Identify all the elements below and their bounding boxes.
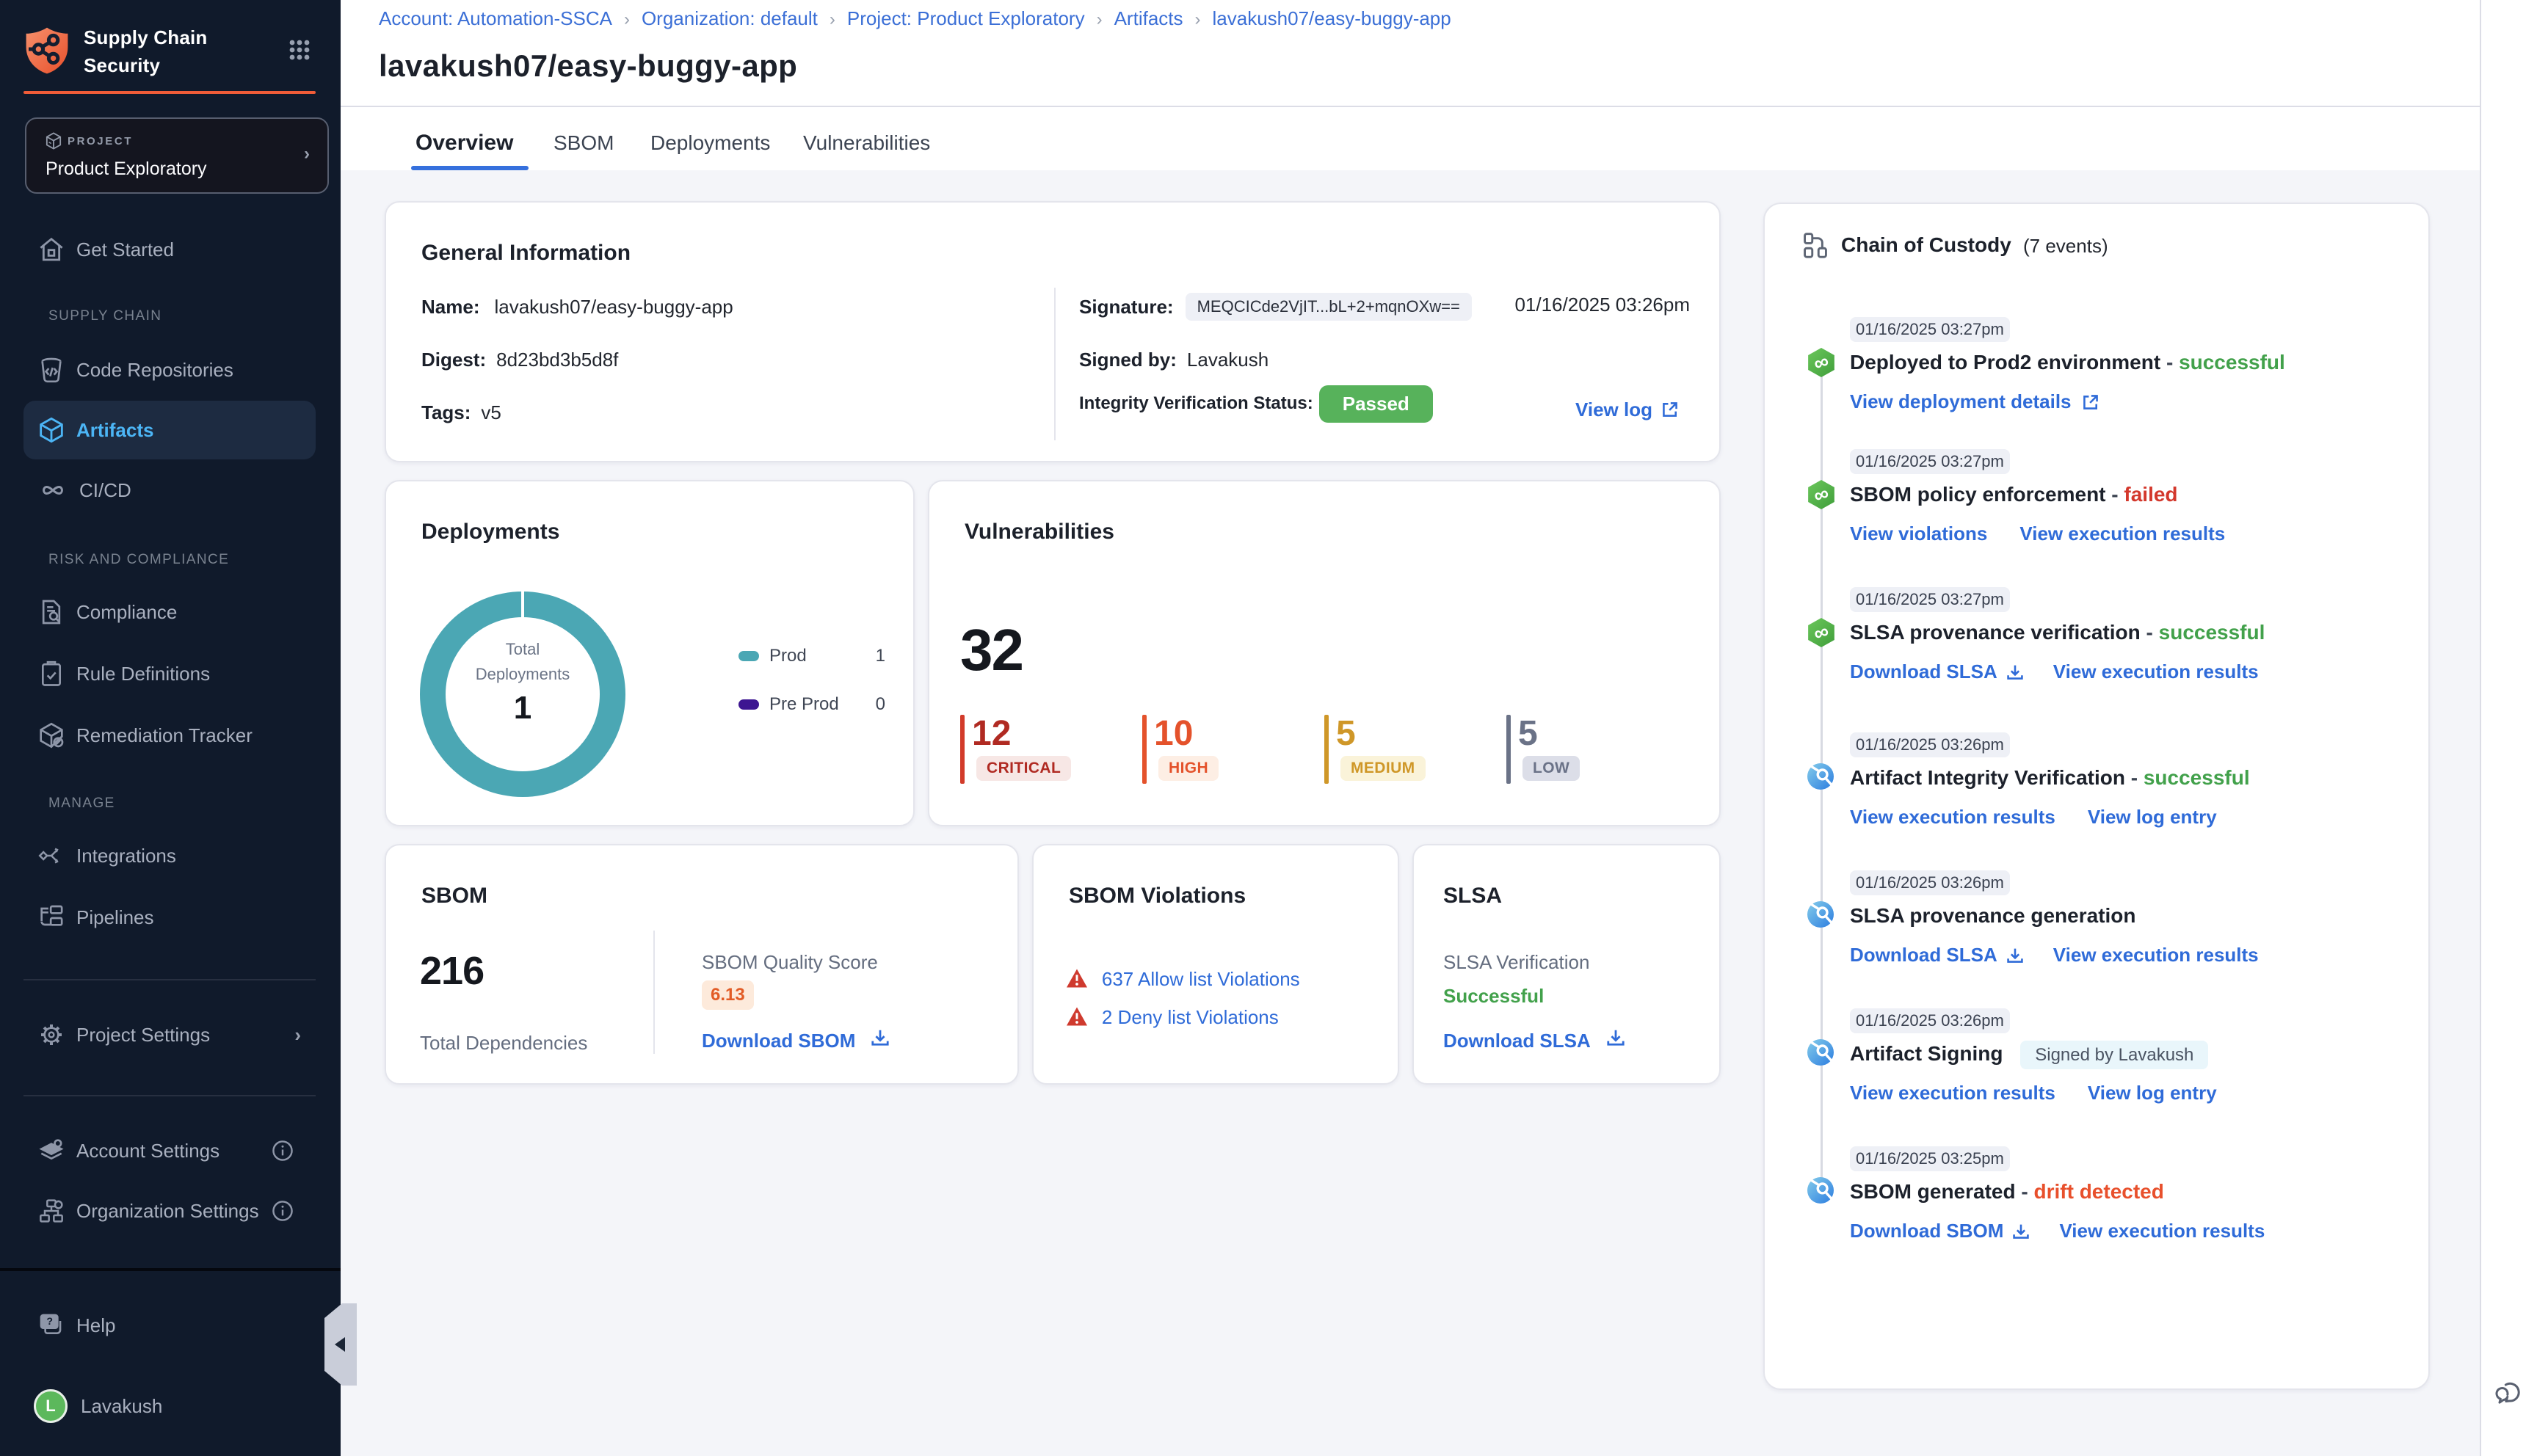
svg-text:?: ?	[46, 1316, 53, 1328]
